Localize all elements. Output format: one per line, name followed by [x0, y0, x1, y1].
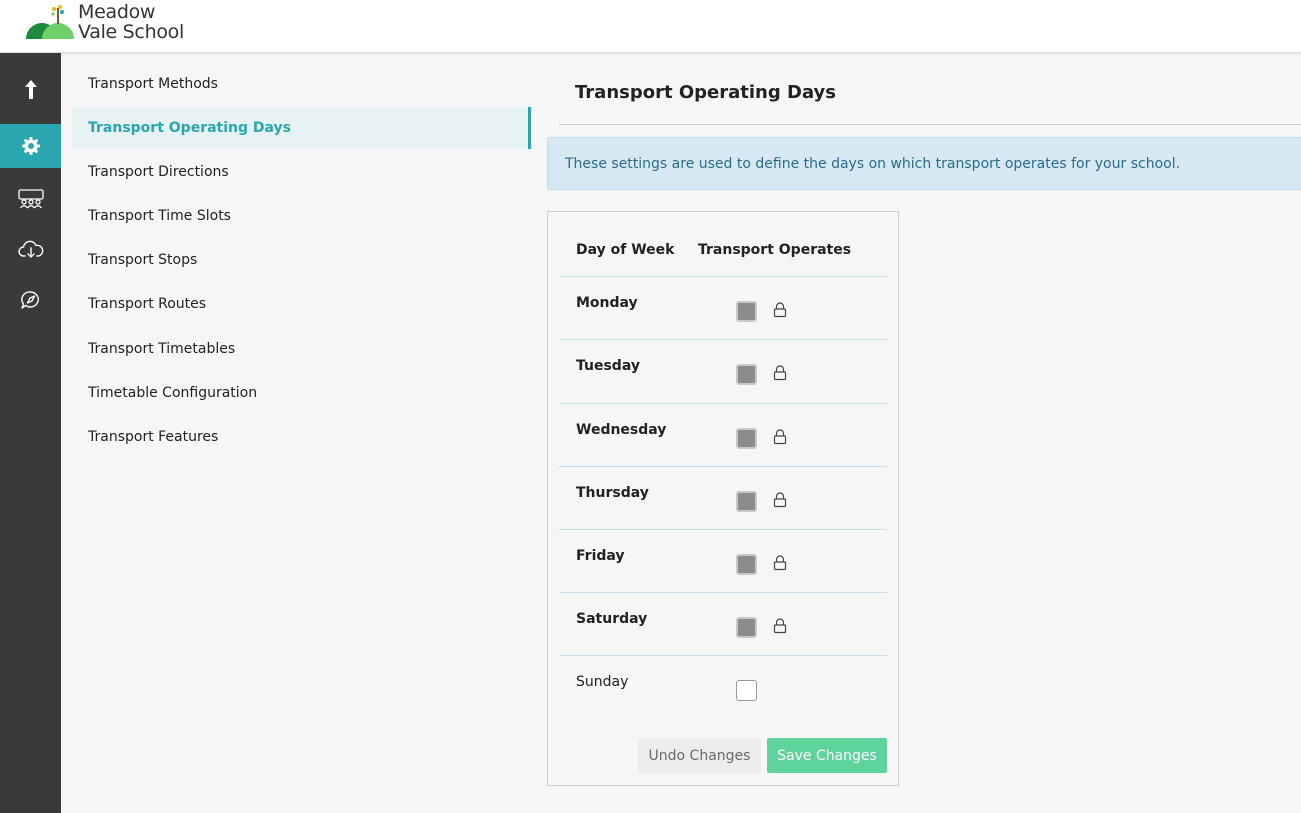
app-header: Meadow Vale School	[0, 0, 1301, 53]
lock-icon	[773, 365, 787, 381]
subnav-item-transport-stops[interactable]: Transport Stops	[72, 239, 531, 281]
info-message: These settings are used to define the da…	[547, 137, 1301, 190]
lock-icon	[773, 555, 787, 571]
gear-icon	[21, 137, 40, 155]
rail-item-explore[interactable]	[0, 278, 61, 322]
table-row: Sunday	[559, 655, 887, 718]
page-title: Transport Operating Days	[575, 82, 836, 103]
operating-days-panel: Day of Week Transport Operates Monday Tu…	[547, 211, 899, 786]
lock-icon	[773, 429, 787, 445]
day-label: Thursday	[576, 485, 649, 501]
subnav-item-transport-timetables[interactable]: Transport Timetables	[72, 328, 531, 370]
school-logo-icon	[26, 5, 74, 39]
table-row: Wednesday	[559, 403, 887, 466]
column-header-operates: Transport Operates	[698, 242, 852, 258]
icon-rail	[0, 53, 61, 813]
cloud-download-icon	[17, 240, 43, 258]
info-message-text: These settings are used to define the da…	[565, 155, 1181, 172]
operates-checkbox-tuesday[interactable]	[736, 364, 757, 385]
subnav-item-transport-directions[interactable]: Transport Directions	[72, 151, 531, 193]
subnav-item-transport-operating-days[interactable]: Transport Operating Days	[72, 107, 531, 149]
lock-icon	[773, 302, 787, 318]
subnav-item-timetable-configuration[interactable]: Timetable Configuration	[72, 372, 531, 414]
subnav-item-transport-routes[interactable]: Transport Routes	[72, 283, 531, 325]
subnav-item-transport-features[interactable]: Transport Features	[72, 416, 531, 458]
school-name: Meadow Vale School	[78, 2, 184, 42]
upload-arrow-icon	[24, 80, 37, 99]
operates-checkbox-saturday[interactable]	[736, 617, 757, 638]
save-changes-button[interactable]: Save Changes	[767, 738, 887, 773]
rail-item-groups[interactable]	[0, 177, 61, 221]
subnav-item-transport-time-slots[interactable]: Transport Time Slots	[72, 195, 531, 237]
settings-subnav: Transport Methods Transport Operating Da…	[61, 53, 531, 813]
operates-checkbox-monday[interactable]	[736, 301, 757, 322]
day-label: Sunday	[576, 674, 629, 690]
lock-icon	[773, 492, 787, 508]
day-label: Friday	[576, 548, 625, 564]
day-label: Monday	[576, 295, 638, 311]
lock-icon	[773, 618, 787, 634]
rail-item-settings[interactable]	[0, 124, 61, 168]
column-header-day: Day of Week	[576, 242, 675, 258]
operates-checkbox-thursday[interactable]	[736, 491, 757, 512]
rail-item-cloud[interactable]	[0, 227, 61, 271]
operates-checkbox-wednesday[interactable]	[736, 428, 757, 449]
title-divider	[559, 124, 1301, 125]
people-group-icon	[17, 189, 44, 209]
day-label: Tuesday	[576, 358, 640, 374]
undo-changes-button[interactable]: Undo Changes	[638, 738, 761, 773]
compass-chat-icon	[20, 291, 39, 309]
operates-checkbox-friday[interactable]	[736, 554, 757, 575]
table-row: Thursday	[559, 466, 887, 529]
table-row: Monday	[559, 276, 887, 339]
subnav-item-transport-methods[interactable]: Transport Methods	[72, 63, 531, 105]
day-label: Wednesday	[576, 422, 667, 438]
table-row: Tuesday	[559, 339, 887, 402]
rail-item-upload[interactable]	[0, 68, 61, 112]
school-name-line2: Vale School	[78, 21, 184, 43]
table-row: Saturday	[559, 592, 887, 655]
table-row: Friday	[559, 529, 887, 592]
school-name-line1: Meadow	[78, 1, 156, 23]
school-logo[interactable]: Meadow Vale School	[24, 2, 184, 46]
day-label: Saturday	[576, 611, 648, 627]
operates-checkbox-sunday[interactable]	[736, 680, 757, 701]
